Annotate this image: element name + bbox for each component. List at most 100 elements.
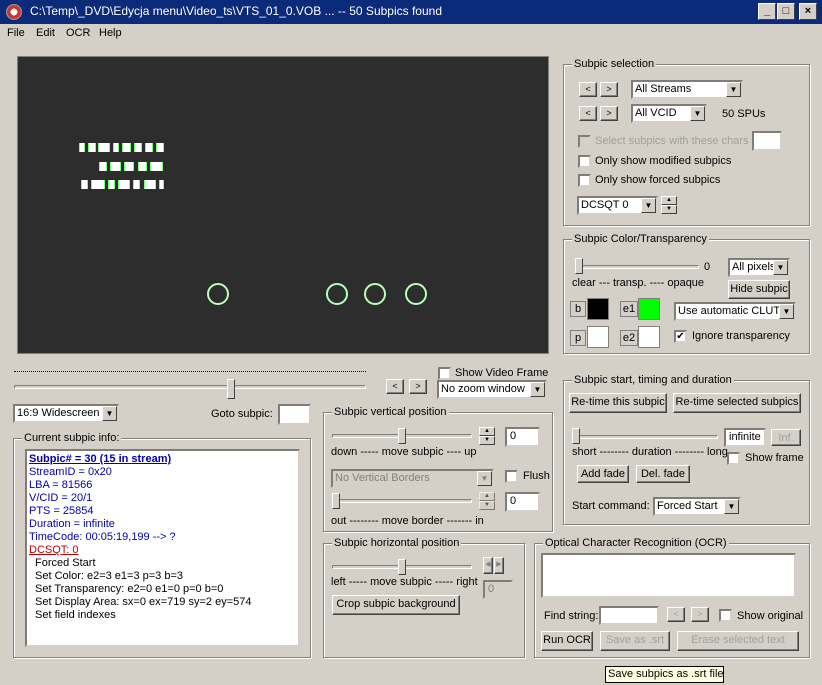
ignore-transparency-checkbox[interactable]: ✔ [674, 330, 687, 343]
del-fade-button[interactable]: Del. fade [636, 465, 690, 483]
horizontal-move-thumb[interactable] [398, 559, 406, 575]
transparency-track[interactable] [575, 265, 699, 269]
border-move-thumb[interactable] [332, 493, 340, 509]
hide-subpic-button[interactable]: Hide subpic [728, 280, 790, 299]
prev-stream-button[interactable]: < [579, 82, 597, 97]
transparency-value: 0 [704, 261, 711, 273]
border-move-track[interactable] [332, 499, 472, 503]
chevron-down-icon[interactable]: ▼ [773, 260, 788, 275]
e1-color-swatch[interactable] [638, 298, 660, 320]
subpic-circle [207, 283, 229, 305]
show-original-label: Show original [737, 610, 804, 622]
save-srt-button[interactable]: Save as .srt [600, 631, 670, 651]
select-chars-input[interactable] [752, 131, 782, 151]
menu-ocr[interactable]: OCR [66, 27, 90, 39]
menu-help[interactable]: Help [99, 27, 122, 39]
border-move-spinner[interactable]: ▲ ▼ [479, 492, 495, 510]
find-string-input[interactable] [599, 606, 659, 625]
info-command: Forced Start [35, 557, 96, 569]
subpic-info-list[interactable]: Subpic# = 30 (15 in stream) StreamID = 0… [25, 449, 300, 647]
pixels-value: All pixels [732, 261, 776, 273]
aspect-select[interactable]: 16:9 Widescreen ▼ [13, 404, 119, 423]
timeline-thumb[interactable] [227, 379, 236, 399]
prev-subpic-button[interactable]: < [386, 379, 404, 394]
vertical-move-thumb[interactable] [398, 428, 406, 444]
info-duration: Duration = infinite [29, 518, 115, 530]
find-prev-button[interactable]: < [667, 607, 685, 622]
app-icon[interactable] [6, 4, 22, 20]
find-next-button[interactable]: > [691, 607, 709, 622]
retime-subpic-button[interactable]: Re-time this subpic [569, 393, 667, 413]
vertical-move-input[interactable]: 0 [505, 427, 540, 447]
crop-subpic-background-button[interactable]: Crop subpic background [332, 595, 460, 615]
show-original-checkbox[interactable] [719, 609, 732, 622]
add-fade-button[interactable]: Add fade [577, 465, 629, 483]
next-vcid-button[interactable]: > [600, 106, 618, 121]
subpic-preview[interactable] [17, 56, 549, 354]
run-ocr-button[interactable]: Run OCR [541, 631, 593, 651]
goto-subpic-label: Goto subpic: [211, 408, 273, 420]
next-stream-button[interactable]: > [600, 82, 618, 97]
b-color-swatch[interactable] [587, 298, 609, 320]
flush-checkbox[interactable] [505, 470, 518, 483]
ocr-text-area[interactable] [541, 553, 796, 598]
info-dcsqt: DCSQT: 0 [29, 544, 79, 556]
flush-label: Flush [523, 470, 550, 482]
chevron-down-icon[interactable]: ▼ [641, 198, 656, 213]
p-color-swatch[interactable] [587, 326, 609, 348]
group-title: Subpic Color/Transparency [572, 233, 709, 245]
start-command-label: Start command: [572, 500, 650, 512]
erase-selected-text-button[interactable]: Erase selected text [677, 631, 799, 651]
dcsqt-spinner[interactable]: ▲ ▼ [661, 196, 677, 214]
menu-file[interactable]: File [7, 27, 25, 39]
minimize-button[interactable]: _ [758, 3, 776, 20]
chevron-down-icon[interactable]: ▼ [690, 106, 705, 121]
only-forced-checkbox[interactable] [578, 174, 591, 187]
show-frame-checkbox[interactable] [727, 452, 740, 465]
subpic-circle [326, 283, 348, 305]
menu-edit[interactable]: Edit [36, 27, 55, 39]
maximize-button[interactable]: □ [777, 3, 795, 20]
title-bar[interactable]: C:\Temp\_DVD\Edycja menu\Video_ts\VTS_01… [0, 0, 822, 24]
border-move-input[interactable]: 0 [505, 492, 540, 512]
goto-subpic-input[interactable] [278, 404, 311, 425]
show-video-frame-checkbox[interactable] [438, 367, 451, 380]
chevron-down-icon[interactable]: ▼ [530, 382, 545, 397]
close-button[interactable]: × [799, 3, 817, 20]
group-title: Subpic vertical position [332, 406, 449, 418]
chevron-down-icon[interactable]: ▼ [724, 499, 739, 514]
dcsqt-select[interactable]: DCSQT 0 ▼ [577, 196, 658, 215]
window-title: C:\Temp\_DVD\Edycja menu\Video_ts\VTS_01… [30, 4, 442, 18]
only-modified-checkbox[interactable] [578, 155, 591, 168]
timeline-track[interactable] [14, 385, 366, 389]
chevron-down-icon[interactable]: ▼ [102, 406, 117, 421]
chevron-left-icon[interactable]: ◀ [483, 557, 493, 574]
duration-input[interactable]: infinite [724, 428, 766, 447]
stream-select[interactable]: All Streams ▼ [631, 80, 743, 99]
select-chars-checkbox [578, 135, 591, 148]
transparency-thumb[interactable] [575, 258, 583, 274]
subpic-circle [405, 283, 427, 305]
duration-thumb[interactable] [572, 428, 580, 444]
next-subpic-button[interactable]: > [409, 379, 427, 394]
start-command-select[interactable]: Forced Start ▼ [653, 497, 741, 516]
prev-vcid-button[interactable]: < [579, 106, 597, 121]
zoom-select[interactable]: No zoom window ▼ [437, 380, 547, 399]
chevron-down-icon[interactable]: ▼ [726, 82, 741, 97]
group-title: Subpic start, timing and duration [572, 374, 734, 386]
duration-track[interactable] [572, 435, 718, 439]
clut-select[interactable]: Use automatic CLUT ▼ [674, 302, 796, 321]
vcid-select[interactable]: All VCID ▼ [631, 104, 707, 123]
vertical-move-spinner[interactable]: ▲ ▼ [479, 427, 495, 445]
retime-selected-button[interactable]: Re-time selected subpics [673, 393, 801, 413]
chevron-down-icon[interactable]: ▼ [779, 304, 794, 319]
border-move-label: out -------- move border ------- in [331, 515, 484, 527]
start-command-value: Forced Start [657, 500, 718, 512]
info-timecode: TimeCode: 00:05:19,199 --> ? [29, 531, 176, 543]
pixels-select[interactable]: All pixels ▼ [728, 258, 790, 277]
chevron-right-icon[interactable]: ▶ [494, 557, 504, 574]
duration-label: short -------- duration -------- long [572, 446, 728, 458]
horizontal-move-input: 0 [483, 580, 513, 599]
e2-color-swatch[interactable] [638, 326, 660, 348]
info-command: Set Display Area: sx=0 ex=719 sy=2 ey=57… [35, 596, 252, 608]
